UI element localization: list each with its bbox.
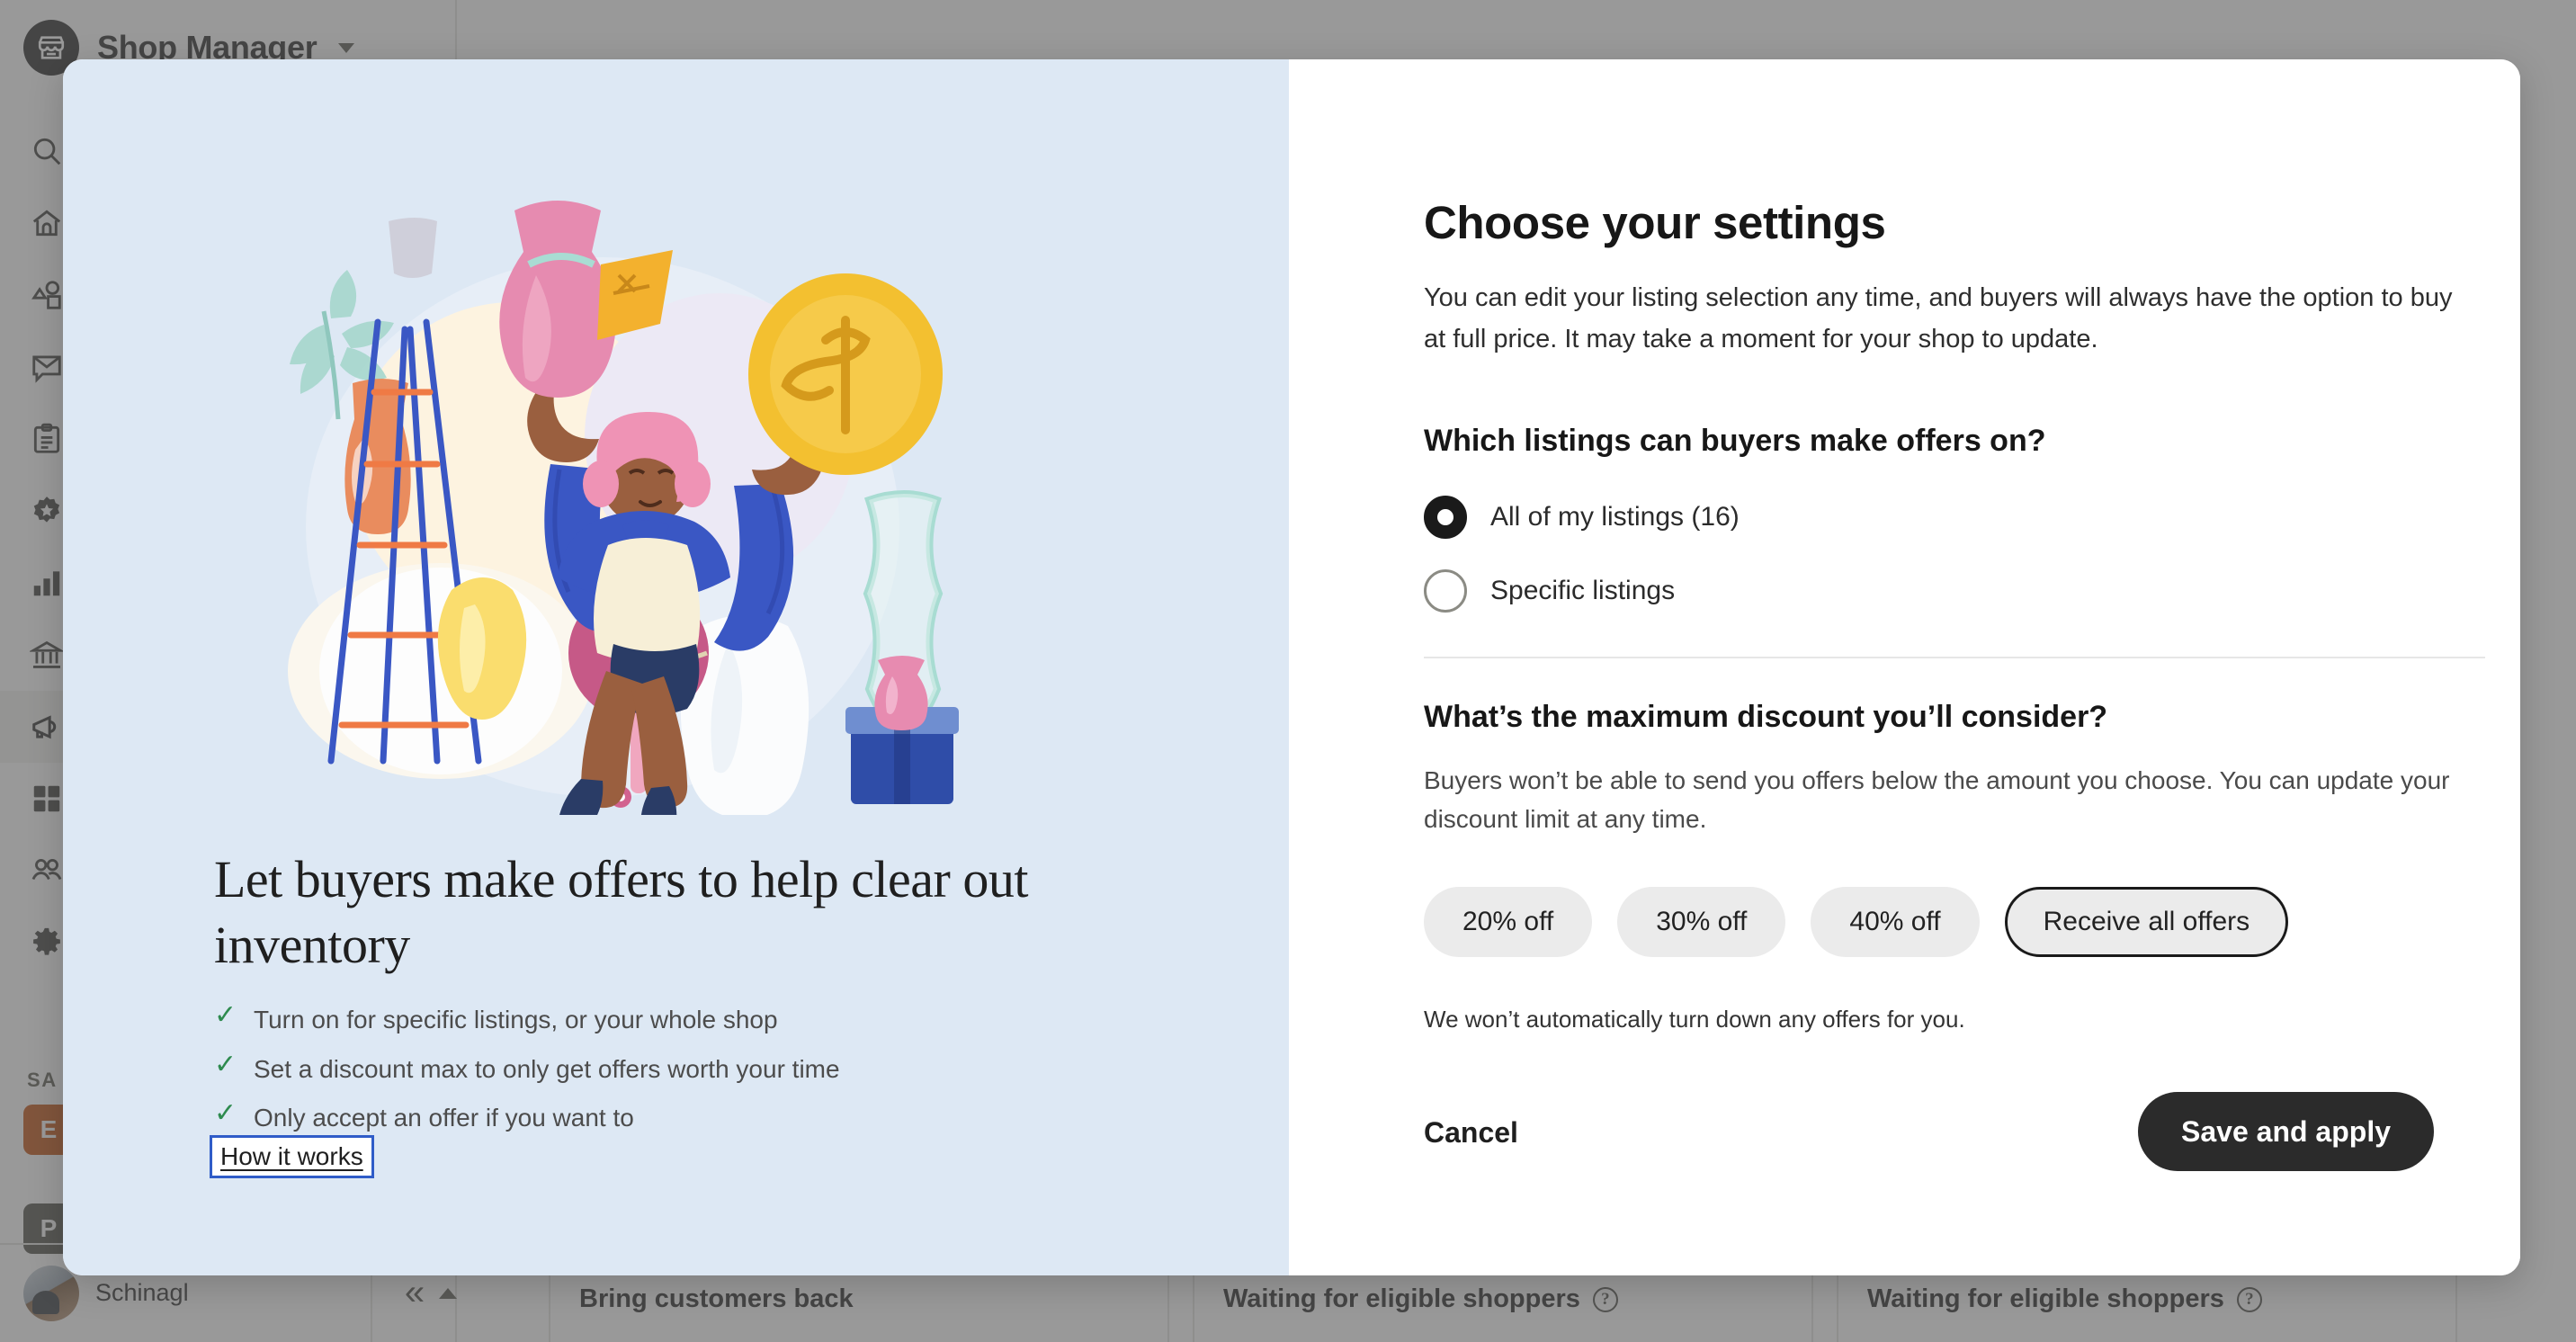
discount-chip-group: 20% off 30% off 40% off Receive all offe… — [1424, 887, 2289, 957]
offers-settings-modal: Let buyers make offers to help clear out… — [63, 59, 2520, 1275]
discount-chip-30[interactable]: 30% off — [1617, 887, 1786, 957]
discount-question-label: What’s the maximum discount you’ll consi… — [1424, 700, 2108, 734]
check-icon: ✓ — [214, 1049, 237, 1079]
radio-label: All of my listings (16) — [1490, 502, 1740, 532]
radio-option-specific-listings[interactable]: Specific listings — [1424, 554, 2413, 628]
discount-subtitle: Buyers won’t be able to send you offers … — [1424, 766, 2450, 834]
how-it-works-link[interactable]: How it works — [210, 1135, 374, 1178]
radio-icon-unselected[interactable] — [1424, 569, 1467, 613]
list-item: ✓ Turn on for specific listings, or your… — [214, 1002, 1185, 1039]
radio-label: Specific listings — [1490, 576, 1676, 605]
check-icon: ✓ — [214, 1000, 237, 1030]
discount-note: We won’t automatically turn down any off… — [1424, 1006, 1965, 1033]
radio-option-all-listings[interactable]: All of my listings (16) — [1424, 480, 2413, 554]
list-item: ✓ Set a discount max to only get offers … — [214, 1051, 1185, 1088]
seller-holding-vase-and-coin-illustration — [216, 167, 1043, 829]
feature-list: ✓ Turn on for specific listings, or your… — [214, 1002, 1185, 1150]
modal-left-pane: Let buyers make offers to help clear out… — [63, 59, 1289, 1275]
discount-chip-20[interactable]: 20% off — [1424, 887, 1593, 957]
modal-right-pane: Choose your settings You can edit your l… — [1289, 59, 2520, 1275]
check-icon: ✓ — [214, 1098, 237, 1129]
list-item: ✓ Only accept an offer if you want to — [214, 1100, 1185, 1137]
list-item-label: Only accept an offer if you want to — [254, 1104, 634, 1132]
listings-radio-group: All of my listings (16) Specific listing… — [1424, 480, 2413, 628]
list-item-label: Set a discount max to only get offers wo… — [254, 1054, 840, 1083]
page-title: Let buyers make offers to help clear out… — [214, 850, 1028, 975]
list-item-label: Turn on for specific listings, or your w… — [254, 1006, 778, 1033]
save-and-apply-button[interactable]: Save and apply — [2138, 1092, 2434, 1171]
discount-chip-receive-all[interactable]: Receive all offers — [2004, 887, 2289, 957]
section-divider — [1424, 657, 2485, 658]
modal-title: Choose your settings — [1424, 197, 1886, 248]
cancel-button[interactable]: Cancel — [1424, 1116, 1518, 1150]
modal-subtitle: You can edit your listing selection any … — [1424, 283, 2453, 353]
discount-chip-40[interactable]: 40% off — [1811, 887, 1980, 957]
listings-question-label: Which listings can buyers make offers on… — [1424, 424, 2046, 458]
radio-icon-selected[interactable] — [1424, 496, 1467, 539]
